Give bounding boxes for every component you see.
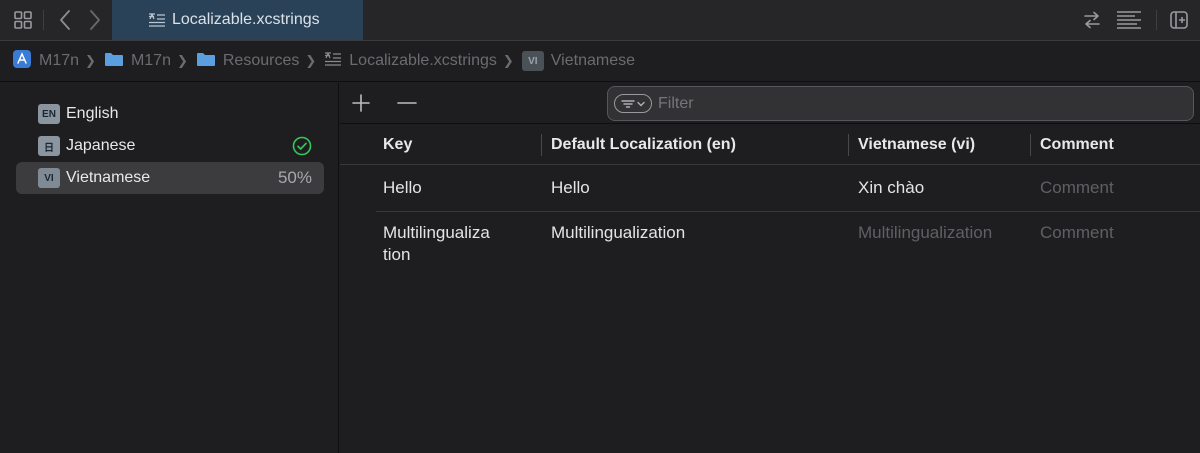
add-editor-icon[interactable] xyxy=(1166,0,1192,40)
editor-toolbar xyxy=(340,83,1200,124)
filter-input[interactable] xyxy=(658,94,1158,113)
folder-icon xyxy=(196,51,216,72)
column-divider[interactable] xyxy=(1030,134,1031,156)
filter-field[interactable] xyxy=(607,86,1194,121)
language-row-english[interactable]: EN English xyxy=(16,98,324,130)
string-catalog-editor: Key Default Localization (en) Vietnamese… xyxy=(340,83,1200,453)
language-label: English xyxy=(66,105,119,122)
translation-placeholder-cell[interactable]: Multilingualization xyxy=(858,222,992,244)
language-row-japanese[interactable]: 日 Japanese xyxy=(16,130,324,162)
column-header-comment[interactable]: Comment xyxy=(1040,125,1114,165)
language-sidebar: EN English 日 Japanese VI Vietnamese 50% xyxy=(0,83,339,453)
language-row-vietnamese[interactable]: VI Vietnamese 50% xyxy=(16,162,324,194)
language-badge: VI xyxy=(38,168,60,188)
breadcrumb-label: M17n xyxy=(39,52,80,69)
breadcrumb-separator: ❯ xyxy=(305,53,317,68)
column-header-default-localization[interactable]: Default Localization (en) xyxy=(551,125,736,165)
column-divider[interactable] xyxy=(541,134,542,156)
breadcrumb-item-group[interactable]: M17n xyxy=(104,51,171,72)
column-divider[interactable] xyxy=(848,134,849,156)
table-row[interactable]: Multilingualiza tion Multilingualization… xyxy=(376,212,1200,272)
language-badge: 日 xyxy=(38,136,60,156)
remove-key-button[interactable] xyxy=(395,91,419,115)
breadcrumb-item-language[interactable]: VI Vietnamese xyxy=(521,51,635,71)
translation-cell[interactable]: Xin chào xyxy=(858,177,924,199)
comment-cell[interactable]: Comment xyxy=(1040,222,1114,244)
column-header-key[interactable]: Key xyxy=(383,125,412,165)
grid-icon[interactable] xyxy=(10,0,36,40)
strings-file-icon xyxy=(324,51,342,72)
language-badge: VI xyxy=(521,51,544,71)
breadcrumb-label: Resources xyxy=(222,52,300,69)
breadcrumb-separator: ❯ xyxy=(176,53,188,68)
forward-chevron-icon[interactable] xyxy=(84,0,106,40)
breadcrumb-label: Localizable.xcstrings xyxy=(349,52,497,69)
tab-localizable-xcstrings[interactable]: Localizable.xcstrings xyxy=(112,0,363,40)
strings-file-icon xyxy=(148,12,166,33)
swap-arrows-icon[interactable] xyxy=(1080,0,1104,40)
back-chevron-icon[interactable] xyxy=(54,0,76,40)
add-key-button[interactable] xyxy=(349,91,373,115)
language-label: Japanese xyxy=(66,137,136,154)
language-label: Vietnamese xyxy=(66,169,151,186)
translation-progress: 50% xyxy=(277,168,312,187)
breadcrumb-item-project[interactable]: M17n xyxy=(12,49,79,74)
language-badge: EN xyxy=(38,104,60,124)
column-header-translation[interactable]: Vietnamese (vi) xyxy=(858,125,975,165)
breadcrumb-separator: ❯ xyxy=(85,53,96,68)
tab-label: Localizable.xcstrings xyxy=(172,11,320,28)
breadcrumb-item-resources[interactable]: Resources xyxy=(196,51,299,72)
editor-lines-icon[interactable] xyxy=(1113,0,1145,40)
app-icon xyxy=(12,49,32,74)
table-header: Key Default Localization (en) Vietnamese… xyxy=(340,125,1200,165)
filter-options-icon[interactable] xyxy=(614,94,652,113)
breadcrumb-label: M17n xyxy=(130,52,171,69)
divider xyxy=(43,10,44,30)
breadcrumb-separator: ❯ xyxy=(502,53,514,68)
default-localization-cell[interactable]: Hello xyxy=(551,177,590,199)
divider xyxy=(1156,10,1157,30)
comment-cell[interactable]: Comment xyxy=(1040,177,1114,199)
breadcrumb: M17n ❯ M17n ❯ Resources ❯ Localizable.xc… xyxy=(0,41,1200,82)
key-cell[interactable]: Multilingualiza tion xyxy=(383,222,490,266)
tab-bar: Localizable.xcstrings xyxy=(0,0,1200,41)
breadcrumb-item-file[interactable]: Localizable.xcstrings xyxy=(324,51,497,72)
default-localization-cell[interactable]: Multilingualization xyxy=(551,222,685,244)
folder-icon xyxy=(104,51,124,72)
table-row[interactable]: Hello Hello Xin chào Comment xyxy=(376,166,1200,211)
checkmark-circle-icon xyxy=(292,130,312,162)
breadcrumb-label: Vietnamese xyxy=(550,52,635,69)
key-cell[interactable]: Hello xyxy=(383,177,422,199)
